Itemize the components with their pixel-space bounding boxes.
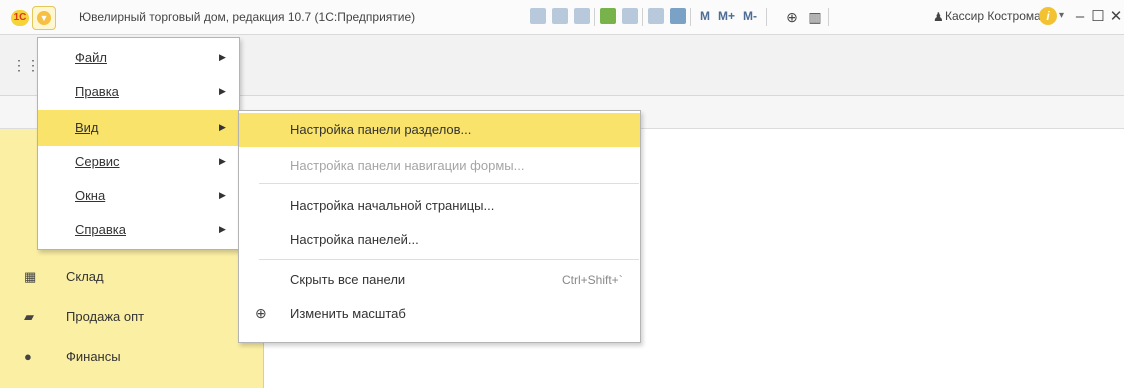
calendar-icon[interactable] xyxy=(670,8,686,24)
toolbar-divider xyxy=(594,8,595,26)
menu-item-label: Окна xyxy=(75,188,106,203)
menu-item-panels-settings[interactable]: Настройка панелей... xyxy=(239,223,640,257)
toolbar-divider xyxy=(642,8,643,26)
main-menu-dropdown: Файл ▶ Правка ▶ Вид ▶ Сервис ▶ Окна ▶ Сп… xyxy=(37,37,240,250)
toolbar-divider xyxy=(690,8,691,26)
menu-item-service[interactable]: Сервис ▶ xyxy=(38,144,239,180)
menu-item-label: Настройка панелей... xyxy=(290,232,419,247)
menu-item-help[interactable]: Справка ▶ xyxy=(38,212,239,248)
view-submenu: Настройка панели разделов... Настройка п… xyxy=(238,110,641,343)
save-icon[interactable] xyxy=(530,8,546,24)
zoom-in-icon[interactable]: ⊕ xyxy=(782,7,802,27)
menu-item-file[interactable]: Файл ▶ xyxy=(38,40,239,76)
menu-item-label: Сервис xyxy=(75,154,120,169)
title-bar: 1С ▼ Ювелирный торговый дом, редакция 10… xyxy=(0,0,1124,35)
menu-item-view[interactable]: Вид ▶ xyxy=(38,110,239,146)
chevron-right-icon: ▶ xyxy=(219,52,226,62)
info-icon[interactable]: i xyxy=(1039,7,1057,25)
user-icon: ♟ xyxy=(933,10,944,24)
panel-icon[interactable]: ▥ xyxy=(805,7,825,27)
menu-item-hide-all-panels[interactable]: Скрыть все панели Ctrl+Shift+` xyxy=(239,263,640,297)
grid-icon[interactable]: ⋮⋮ xyxy=(12,57,40,73)
chevron-right-icon: ▶ xyxy=(219,190,226,200)
close-icon[interactable]: ✕ xyxy=(1106,7,1124,27)
menu-divider xyxy=(259,259,639,260)
sidebar-item-label: Финансы xyxy=(66,349,121,364)
menu-item-label: Правка xyxy=(75,84,119,99)
sidebar-item-warehouse[interactable]: ▦ Склад xyxy=(0,257,263,297)
menu-item-sections-panel-settings[interactable]: Настройка панели разделов... xyxy=(239,113,640,147)
calculator-icon[interactable] xyxy=(648,8,664,24)
chevron-right-icon: ▶ xyxy=(219,86,226,96)
sidebar-item-label: Продажа опт xyxy=(66,309,145,324)
memory-plus-button[interactable]: M+ xyxy=(718,9,735,23)
zoom-icon: ⊕ xyxy=(255,305,267,321)
menu-item-change-scale[interactable]: ⊕ Изменить масштаб xyxy=(239,297,640,331)
menu-item-label: Скрыть все панели xyxy=(290,272,406,287)
menu-item-edit[interactable]: Правка ▶ xyxy=(38,74,239,110)
main-menu-button[interactable]: ▼ xyxy=(32,6,56,30)
chevron-right-icon: ▶ xyxy=(219,122,226,132)
memory-minus-button[interactable]: M- xyxy=(743,9,757,23)
maximize-icon[interactable]: ☐ xyxy=(1088,7,1108,27)
chevron-right-icon: ▶ xyxy=(219,224,226,234)
menu-item-label: Настройка панели навигации формы... xyxy=(290,158,525,173)
menu-item-label: Настройка начальной страницы... xyxy=(290,198,495,213)
menu-item-label: Настройка панели разделов... xyxy=(290,122,472,137)
sidebar-item-wholesale[interactable]: ▰ Продажа опт xyxy=(0,297,263,337)
minimize-icon[interactable]: – xyxy=(1070,7,1090,27)
menu-item-form-navigation-settings: Настройка панели навигации формы... xyxy=(239,149,640,183)
app-logo: 1С xyxy=(11,10,29,26)
chevron-right-icon: ▶ xyxy=(219,156,226,166)
user-name: Кассир Кострома xyxy=(945,9,1041,23)
menu-item-windows[interactable]: Окна ▶ xyxy=(38,178,239,214)
menu-divider xyxy=(259,183,639,184)
menu-item-label: Изменить масштаб xyxy=(290,306,406,321)
menu-item-label: Справка xyxy=(75,222,126,237)
chevron-down-icon[interactable]: ▾ xyxy=(1059,10,1064,21)
warehouse-icon: ▦ xyxy=(24,269,37,284)
bag-icon: ▰ xyxy=(24,309,34,324)
window-title: Ювелирный торговый дом, редакция 10.7 (1… xyxy=(79,10,416,24)
menu-item-shortcut: Ctrl+Shift+` xyxy=(562,273,623,287)
ruble-icon: ● xyxy=(24,349,32,364)
upload-icon[interactable] xyxy=(600,8,616,24)
print-doc-icon[interactable] xyxy=(622,8,638,24)
print-icon[interactable] xyxy=(552,8,568,24)
toolbar-divider xyxy=(828,8,829,26)
menu-item-start-page-settings[interactable]: Настройка начальной страницы... xyxy=(239,189,640,223)
menu-item-label: Файл xyxy=(75,50,107,65)
menu-item-label: Вид xyxy=(75,120,99,135)
sidebar-item-finance[interactable]: ● Финансы xyxy=(0,337,263,377)
preview-icon[interactable] xyxy=(574,8,590,24)
chevron-down-icon: ▼ xyxy=(37,11,51,25)
toolbar-divider xyxy=(766,8,767,26)
sidebar-item-label: Склад xyxy=(66,269,104,284)
memory-button[interactable]: M xyxy=(700,9,710,23)
